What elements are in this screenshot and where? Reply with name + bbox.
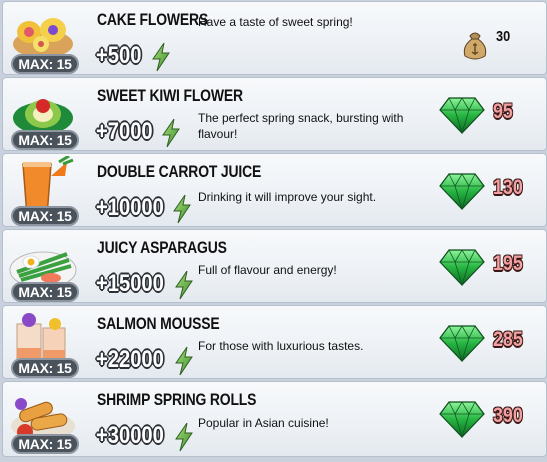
- price-value: 390: [493, 404, 523, 427]
- item-title: SALMON MOUSSE: [97, 314, 220, 333]
- energy-value: +10000: [96, 194, 164, 221]
- item-description: Have a taste of sweet spring!: [198, 15, 353, 29]
- item-title: SWEET KIWI FLOWER: [97, 86, 243, 105]
- max-badge: MAX: 15: [11, 434, 79, 454]
- energy-value: +22000: [96, 346, 164, 373]
- emerald-icon: [439, 97, 485, 134]
- energy-value: +15000: [96, 270, 164, 297]
- shop-item-row[interactable]: MAX: 15 CAKE FLOWERS +500 Have a taste o…: [2, 1, 547, 75]
- energy-bolt-icon: [152, 42, 170, 72]
- item-description: Popular in Asian cuisine!: [198, 416, 329, 430]
- item-description: For those with luxurious tastes.: [198, 339, 364, 353]
- shop-item-row[interactable]: MAX: 15 SALMON MOUSSE +22000 For those w…: [2, 305, 547, 379]
- item-title: CAKE FLOWERS: [97, 10, 209, 29]
- max-badge: MAX: 15: [11, 206, 79, 226]
- shop-item-row[interactable]: MAX: 15 JUICY ASPARAGUS +15000 Full of f…: [2, 229, 547, 303]
- shop-item-row[interactable]: MAX: 15 DOUBLE CARROT JUICE +10000 Drink…: [2, 153, 547, 227]
- energy-value: +30000: [96, 422, 164, 449]
- price-value: 130: [493, 176, 523, 199]
- price-value: 195: [493, 252, 523, 275]
- energy-bolt-icon: [175, 346, 193, 376]
- energy-value: +500: [96, 42, 142, 69]
- emerald-icon: [439, 401, 485, 438]
- item-description: Full of flavour and energy!: [198, 263, 337, 277]
- energy-bolt-icon: [175, 270, 193, 300]
- item-description: The perfect spring snack, bursting with …: [198, 111, 404, 141]
- max-badge: MAX: 15: [11, 54, 79, 74]
- price-value: 30: [496, 28, 511, 45]
- item-title: JUICY ASPARAGUS: [97, 238, 227, 257]
- max-badge: MAX: 15: [11, 358, 79, 378]
- energy-bolt-icon: [175, 422, 193, 452]
- max-badge: MAX: 15: [11, 282, 79, 302]
- shop-item-row[interactable]: MAX: 15 SWEET KIWI FLOWER +7000 The perf…: [2, 77, 547, 151]
- shop-item-list: MAX: 15 CAKE FLOWERS +500 Have a taste o…: [0, 0, 547, 462]
- price-value: 95: [493, 100, 513, 123]
- energy-bolt-icon: [162, 118, 180, 148]
- emerald-icon: [439, 325, 485, 362]
- emerald-icon: [439, 173, 485, 210]
- shop-item-row[interactable]: MAX: 15 SHRIMP SPRING ROLLS +30000 Popul…: [2, 381, 547, 457]
- item-description: Drinking it will improve your sight.: [198, 190, 377, 204]
- item-title: SHRIMP SPRING ROLLS: [97, 390, 257, 409]
- coin-bag-icon: [463, 32, 487, 60]
- energy-value: +7000: [96, 118, 153, 145]
- energy-bolt-icon: [173, 194, 191, 224]
- emerald-icon: [439, 249, 485, 286]
- max-badge: MAX: 15: [11, 130, 79, 150]
- item-title: DOUBLE CARROT JUICE: [97, 162, 262, 181]
- price-value: 285: [493, 328, 523, 351]
